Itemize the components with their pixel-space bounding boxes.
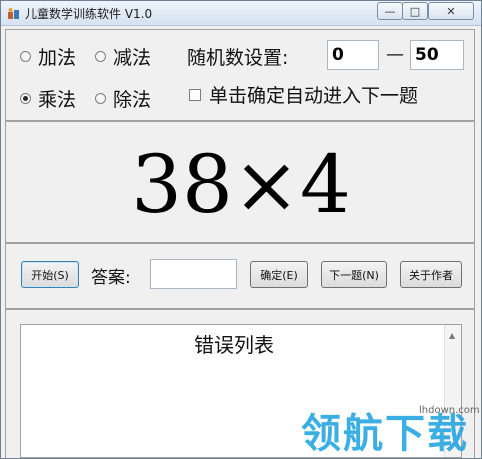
start-button[interactable]: 开始(S) xyxy=(21,261,79,288)
radio-add[interactable]: 加法 xyxy=(20,43,76,70)
radio-multiply-indicator xyxy=(20,93,31,104)
window-title: 儿童数学训练软件 V1.0 xyxy=(25,7,153,21)
radio-divide[interactable]: 除法 xyxy=(95,85,151,112)
start-button-label: 开始(S) xyxy=(31,268,69,282)
range-min-input[interactable]: 0 xyxy=(327,40,379,70)
radio-multiply[interactable]: 乘法 xyxy=(20,85,76,112)
answer-input[interactable] xyxy=(150,259,237,289)
checkbox-box xyxy=(189,88,201,101)
range-separator: — xyxy=(386,44,404,65)
title-bar: 儿童数学训练软件 V1.0 — □ ✕ xyxy=(1,1,481,26)
range-max-value: 50 xyxy=(415,45,439,65)
scroll-up-icon[interactable]: ▲ xyxy=(449,331,455,340)
confirm-button-label: 确定(E) xyxy=(260,268,298,282)
radio-subtract-label: 减法 xyxy=(113,47,152,69)
auto-next-checkbox[interactable]: 单击确定自动进入下一题 xyxy=(189,81,418,108)
radio-divide-label: 除法 xyxy=(113,89,152,111)
app-window: 儿童数学训练软件 V1.0 — □ ✕ 加法 减法 乘法 除法 随机数设置: 0… xyxy=(0,0,482,459)
maximize-icon: □ xyxy=(409,4,421,18)
minimize-icon: — xyxy=(384,4,396,18)
auto-next-label: 单击确定自动进入下一题 xyxy=(209,85,419,107)
next-button-label: 下一题(N) xyxy=(329,268,379,282)
answer-label: 答案: xyxy=(91,268,131,288)
confirm-button[interactable]: 确定(E) xyxy=(250,261,308,288)
radio-add-indicator xyxy=(20,51,31,62)
error-list-title: 错误列表 xyxy=(194,333,274,357)
watermark-url: lhdown.com xyxy=(419,405,480,416)
range-max-input[interactable]: 50 xyxy=(410,40,464,70)
radio-divide-indicator xyxy=(95,93,106,104)
next-button[interactable]: 下一题(N) xyxy=(321,261,387,288)
about-button-label: 关于作者 xyxy=(409,268,453,282)
radio-multiply-label: 乘法 xyxy=(38,89,77,111)
radio-add-label: 加法 xyxy=(38,47,77,69)
radio-subtract-indicator xyxy=(95,51,106,62)
range-min-value: 0 xyxy=(332,45,344,65)
range-label: 随机数设置: xyxy=(187,47,289,69)
radio-subtract[interactable]: 减法 xyxy=(95,43,151,70)
maximize-button[interactable]: □ xyxy=(402,2,428,20)
problem-display: 38×4 xyxy=(131,138,351,231)
about-button[interactable]: 关于作者 xyxy=(400,261,462,288)
close-icon: ✕ xyxy=(446,4,456,18)
app-icon xyxy=(7,6,21,20)
minimize-button[interactable]: — xyxy=(377,2,403,20)
close-button[interactable]: ✕ xyxy=(428,2,474,20)
